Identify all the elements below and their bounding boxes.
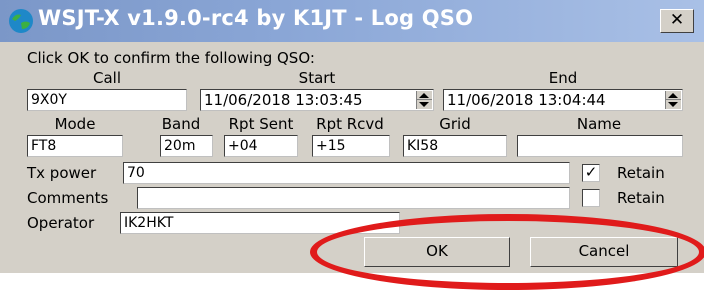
checkmark-icon: ✓ xyxy=(584,163,598,181)
comments-retain-label: Retain xyxy=(617,189,665,207)
start-header: Start xyxy=(298,69,336,87)
operator-label: Operator xyxy=(27,214,95,232)
spin-down-icon[interactable] xyxy=(419,102,429,107)
title-bar[interactable]: WSJT-X v1.9.0-rc4 by K1JT - Log QSO ✕ xyxy=(0,0,704,42)
tx-power-retain-checkbox[interactable]: ✓ xyxy=(582,164,600,182)
start-datetime-input[interactable]: 11/06/2018 13:03:45 xyxy=(200,89,434,111)
window-title: WSJT-X v1.9.0-rc4 by K1JT - Log QSO xyxy=(38,6,474,30)
band-header: Band xyxy=(161,115,201,133)
band-input[interactable]: 20m xyxy=(160,135,213,157)
log-qso-dialog: WSJT-X v1.9.0-rc4 by K1JT - Log QSO ✕ Cl… xyxy=(0,0,704,290)
end-spinner[interactable] xyxy=(665,91,681,109)
operator-input[interactable]: IK2HKT xyxy=(120,212,400,234)
spin-down-icon[interactable] xyxy=(668,102,678,107)
tx-power-retain-label: Retain xyxy=(617,164,665,182)
spin-up-icon[interactable] xyxy=(419,93,429,98)
mode-input[interactable]: FT8 xyxy=(27,135,123,157)
name-input[interactable] xyxy=(517,135,683,157)
close-button[interactable]: ✕ xyxy=(660,9,694,33)
spin-divider xyxy=(666,99,681,100)
tx-power-input[interactable]: 70 xyxy=(123,162,570,184)
call-input[interactable]: 9X0Y xyxy=(27,89,187,111)
end-datetime-input[interactable]: 11/06/2018 13:04:44 xyxy=(443,89,683,111)
comments-label: Comments xyxy=(27,189,109,207)
tx-power-label: Tx power xyxy=(27,164,97,182)
spin-divider xyxy=(417,99,432,100)
spin-up-icon[interactable] xyxy=(668,93,678,98)
comments-input[interactable] xyxy=(137,187,570,209)
confirm-prompt: Click OK to confirm the following QSO: xyxy=(27,49,315,67)
ok-button[interactable]: OK xyxy=(364,237,510,267)
rpt-rcvd-input[interactable]: +15 xyxy=(312,135,390,157)
comments-retain-checkbox[interactable] xyxy=(582,189,600,207)
grid-header: Grid xyxy=(439,115,471,133)
cancel-button[interactable]: Cancel xyxy=(530,237,678,267)
name-header: Name xyxy=(576,115,622,133)
rpt-sent-input[interactable]: +04 xyxy=(224,135,298,157)
grid-input[interactable]: KI58 xyxy=(403,135,507,157)
rpt-sent-header: Rpt Sent xyxy=(228,115,294,133)
wsjtx-app-icon xyxy=(9,9,33,33)
end-datetime-value: 11/06/2018 13:04:44 xyxy=(447,91,606,109)
start-datetime-value: 11/06/2018 13:03:45 xyxy=(204,91,363,109)
end-header: End xyxy=(548,69,578,87)
mode-header: Mode xyxy=(54,115,96,133)
start-spinner[interactable] xyxy=(416,91,432,109)
call-header: Call xyxy=(92,69,121,87)
rpt-rcvd-header: Rpt Rcvd xyxy=(316,115,384,133)
